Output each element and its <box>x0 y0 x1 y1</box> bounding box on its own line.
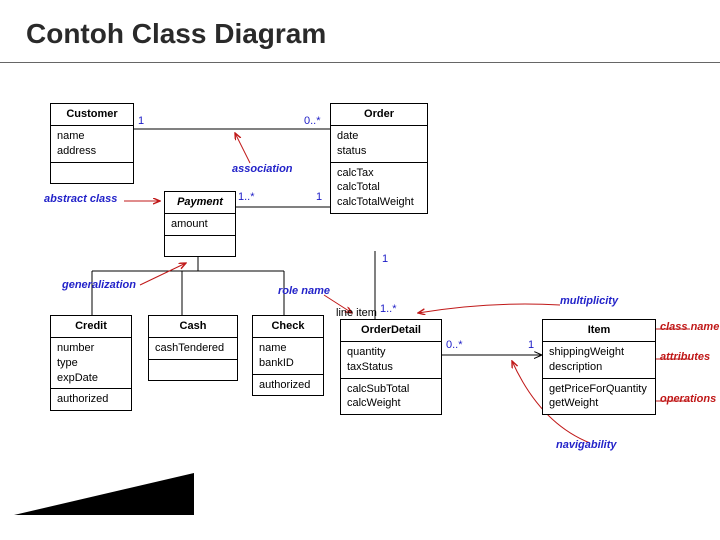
op: getWeight <box>549 396 649 411</box>
attr: name <box>57 129 127 144</box>
attr: date <box>337 129 421 144</box>
attr: name <box>259 341 317 356</box>
attr: cashTendered <box>155 341 231 356</box>
op: calcTax <box>337 166 421 181</box>
mult: 1 <box>382 253 388 265</box>
label-line-item: line item <box>336 307 377 319</box>
class-check: Check name bankID authorized <box>252 315 324 396</box>
attr: expDate <box>57 371 125 386</box>
class-cash: Cash cashTendered <box>148 315 238 381</box>
label-role-name: role name <box>278 285 330 297</box>
op: calcSubTotal <box>347 382 435 397</box>
class-item-name: Item <box>543 320 655 342</box>
label-abstract-class: abstract class <box>44 193 117 205</box>
mult: 1..* <box>238 191 255 203</box>
label-attributes: attributes <box>660 351 710 363</box>
class-orderdetail-name: OrderDetail <box>341 320 441 342</box>
attr: taxStatus <box>347 360 435 375</box>
label-navigability: navigability <box>556 439 617 451</box>
attr: amount <box>171 217 229 232</box>
op: calcTotal <box>337 180 421 195</box>
diagram-stage: Customer name address Payment amount Ord… <box>0 63 720 525</box>
attr: description <box>549 360 649 375</box>
class-credit: Credit number type expDate authorized <box>50 315 132 411</box>
class-item: Item shippingWeight description getPrice… <box>542 319 656 415</box>
attr: type <box>57 356 125 371</box>
op: authorized <box>57 392 125 407</box>
class-order-name: Order <box>331 104 427 126</box>
class-credit-name: Credit <box>51 316 131 338</box>
attr: quantity <box>347 345 435 360</box>
mult: 1 <box>316 191 322 203</box>
page-title: Contoh Class Diagram <box>0 0 720 63</box>
attr: number <box>57 341 125 356</box>
label-generalization: generalization <box>62 279 136 291</box>
class-order: Order date status calcTax calcTotal calc… <box>330 103 428 214</box>
attr: address <box>57 144 127 159</box>
label-multiplicity: multiplicity <box>560 295 618 307</box>
class-customer-name: Customer <box>51 104 133 126</box>
label-association: association <box>232 163 293 175</box>
mult: 1..* <box>380 303 397 315</box>
label-operations: operations <box>660 393 716 405</box>
op: calcWeight <box>347 396 435 411</box>
class-payment: Payment amount <box>164 191 236 257</box>
class-cash-name: Cash <box>149 316 237 338</box>
class-customer: Customer name address <box>50 103 134 184</box>
attr: status <box>337 144 421 159</box>
op: authorized <box>259 378 317 393</box>
mult: 0..* <box>446 339 463 351</box>
mult: 0..* <box>304 115 321 127</box>
attr: shippingWeight <box>549 345 649 360</box>
attr: bankID <box>259 356 317 371</box>
class-payment-name: Payment <box>165 192 235 214</box>
mult: 1 <box>138 115 144 127</box>
class-check-name: Check <box>253 316 323 338</box>
op: calcTotalWeight <box>337 195 421 210</box>
mult: 1 <box>528 339 534 351</box>
class-orderdetail: OrderDetail quantity taxStatus calcSubTo… <box>340 319 442 415</box>
op: getPriceForQuantity <box>549 382 649 397</box>
label-class-name: class name <box>660 321 719 333</box>
